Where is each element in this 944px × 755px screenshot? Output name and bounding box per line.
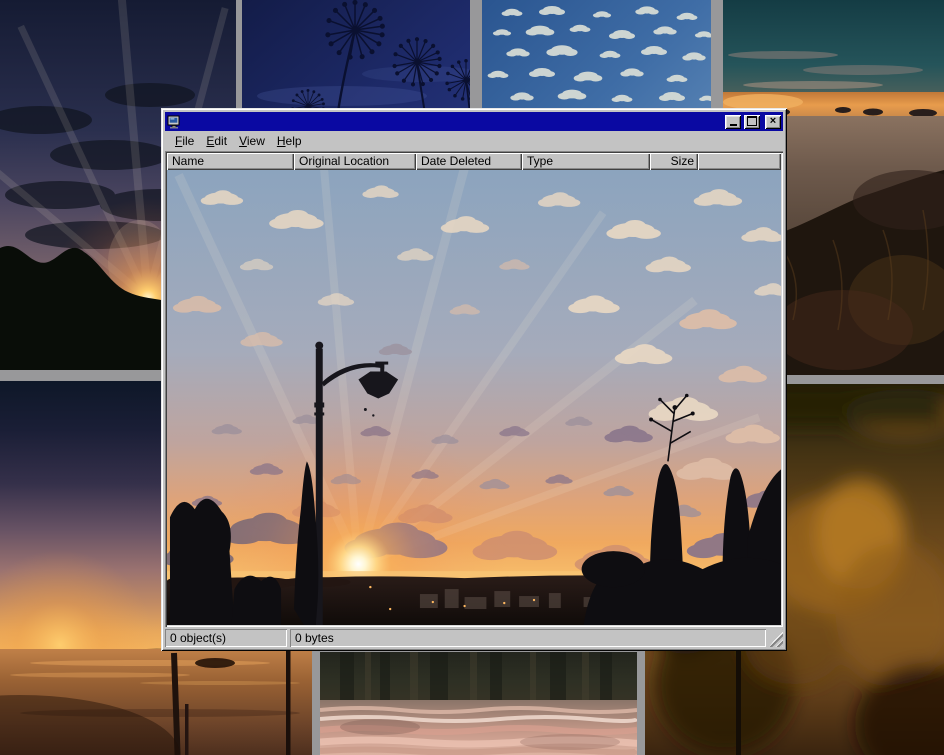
close-button[interactable]: × [765,115,781,129]
status-size-panel: 0 bytes [290,629,766,647]
maximize-icon [747,116,757,126]
menu-item-help[interactable]: Help [271,132,308,150]
column-header-row: Name Original Location Date Deleted Type… [167,153,781,170]
streetlamp-sunset-image [167,170,781,625]
water-reflections-image [320,652,637,755]
recycle-bin-window: × File Edit View Help Name Original Loca… [161,108,787,651]
menu-item-edit[interactable]: Edit [200,132,233,150]
column-header-name[interactable]: Name [167,153,294,170]
window-titlebar[interactable]: × [165,112,783,131]
column-header-type[interactable]: Type [522,153,650,170]
column-header-date-deleted[interactable]: Date Deleted [416,153,522,170]
close-icon: × [770,116,776,126]
column-header-size[interactable]: Size [650,153,698,170]
wallpaper-photo-water-reflections [320,652,637,755]
column-header-empty[interactable] [698,153,781,170]
menu-item-file[interactable]: File [169,132,200,150]
file-list-area[interactable]: Name Original Location Date Deleted Type… [165,151,783,627]
computer-icon[interactable] [167,115,181,129]
list-view-photo-background[interactable] [167,170,781,625]
desktop-background: × File Edit View Help Name Original Loca… [0,0,944,755]
status-bar: 0 object(s) 0 bytes [165,629,783,647]
status-objects-panel: 0 object(s) [165,629,287,647]
menu-bar: File Edit View Help [165,131,783,151]
minimize-button[interactable] [725,115,741,129]
minimize-icon [730,124,737,126]
menu-item-view[interactable]: View [233,132,271,150]
resize-grip[interactable] [769,629,783,647]
maximize-button[interactable] [744,115,760,129]
column-header-original-location[interactable]: Original Location [294,153,416,170]
